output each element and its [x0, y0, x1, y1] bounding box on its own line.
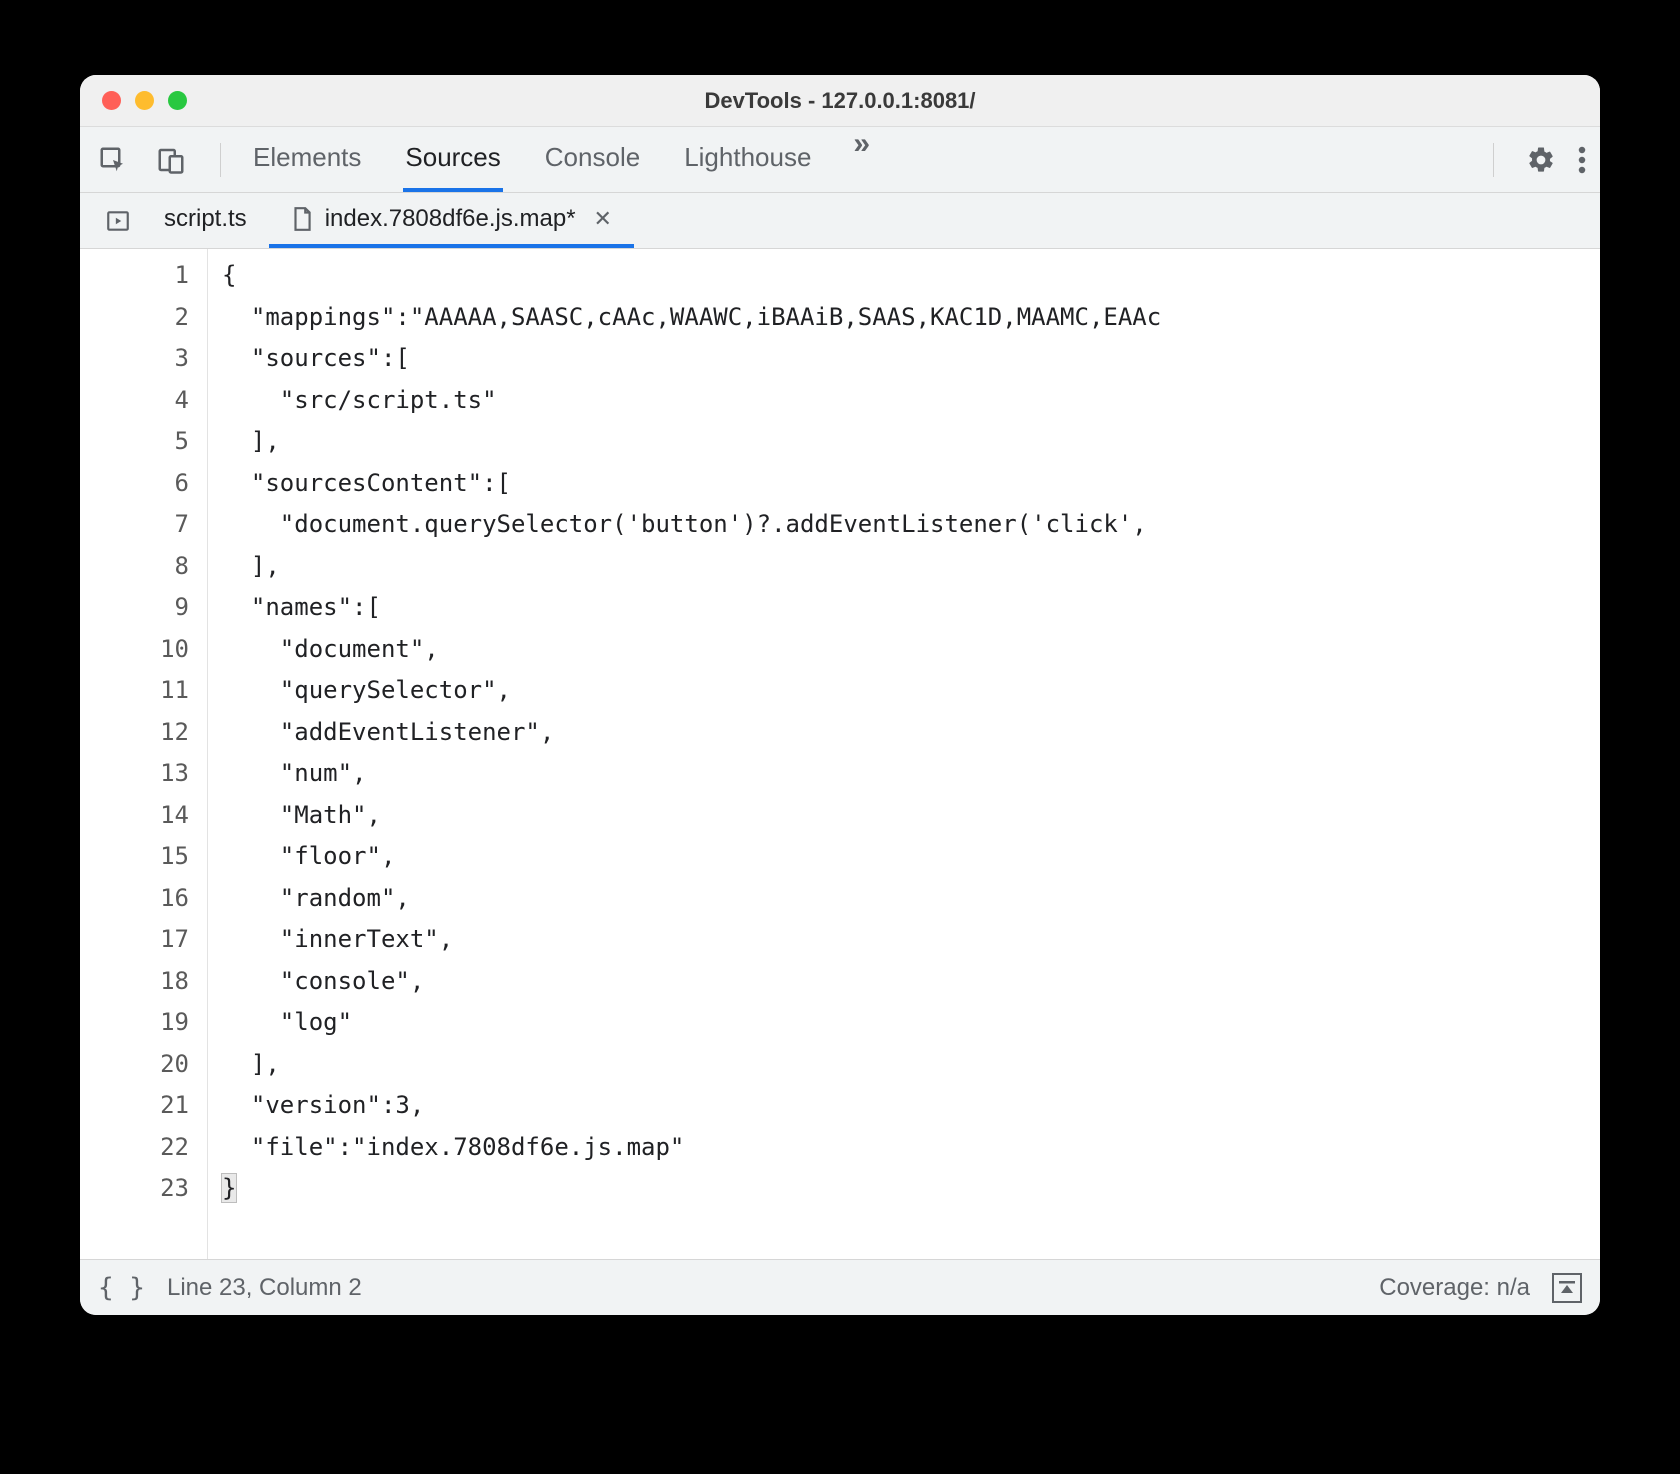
collapse-drawer-icon[interactable]: [1552, 1273, 1582, 1303]
settings-gear-icon[interactable]: [1526, 145, 1556, 175]
status-bar: { } Line 23, Column 2 Coverage: n/a: [80, 1259, 1600, 1315]
minimize-window-button[interactable]: [135, 91, 154, 110]
tab-elements[interactable]: Elements: [251, 127, 363, 192]
file-icon: [291, 206, 313, 232]
panel-tabs: Elements Sources Console Lighthouse »: [251, 127, 870, 192]
maximize-window-button[interactable]: [168, 91, 187, 110]
close-window-button[interactable]: [102, 91, 121, 110]
titlebar: DevTools - 127.0.0.1:8081/: [80, 75, 1600, 127]
toolbar-divider: [220, 143, 221, 177]
main-toolbar: Elements Sources Console Lighthouse »: [80, 127, 1600, 193]
devtools-window: DevTools - 127.0.0.1:8081/ Elements Sour…: [80, 75, 1600, 1315]
navigator-toggle-icon[interactable]: [94, 193, 142, 248]
close-tab-icon[interactable]: ✕: [594, 206, 612, 232]
toolbar-divider: [1493, 143, 1494, 177]
file-tab-index-map[interactable]: index.7808df6e.js.map* ✕: [269, 193, 634, 248]
line-number-gutter: 1234567891011121314151617181920212223: [80, 249, 208, 1259]
tab-sources[interactable]: Sources: [403, 127, 502, 192]
tab-console[interactable]: Console: [543, 127, 642, 192]
pretty-print-icon[interactable]: { }: [98, 1273, 145, 1303]
tab-lighthouse[interactable]: Lighthouse: [682, 127, 813, 192]
file-tabs: script.ts index.7808df6e.js.map* ✕: [80, 193, 1600, 249]
cursor-position: Line 23, Column 2: [167, 1274, 362, 1302]
file-tab-label: index.7808df6e.js.map*: [325, 205, 576, 233]
more-tabs-icon[interactable]: »: [853, 127, 870, 192]
traffic-lights: [80, 91, 187, 110]
coverage-status: Coverage: n/a: [1379, 1274, 1530, 1302]
code-content[interactable]: { "mappings":"AAAAA,SAASC,cAAc,WAAWC,iBA…: [208, 249, 1600, 1259]
window-title: DevTools - 127.0.0.1:8081/: [80, 88, 1600, 114]
device-toolbar-icon[interactable]: [152, 141, 190, 179]
file-tab-script-ts[interactable]: script.ts: [142, 193, 269, 248]
file-tab-label: script.ts: [164, 205, 247, 233]
code-editor[interactable]: 1234567891011121314151617181920212223 { …: [80, 249, 1600, 1259]
more-options-icon[interactable]: [1578, 145, 1586, 175]
inspect-element-icon[interactable]: [94, 141, 132, 179]
